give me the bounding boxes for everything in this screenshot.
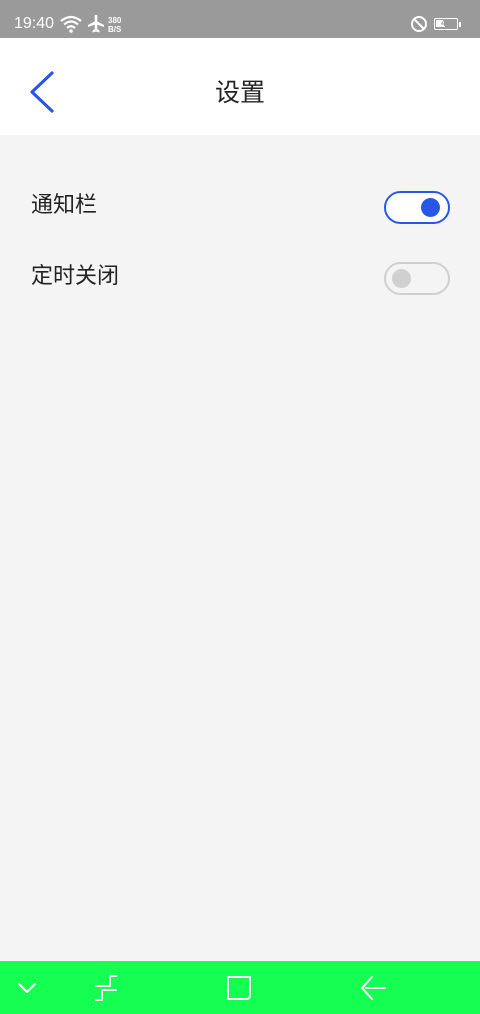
network-speed: 380 B/S <box>108 16 121 34</box>
network-speed-value: 380 <box>108 16 122 25</box>
battery-icon: 44 <box>434 18 458 30</box>
network-speed-unit: B/S <box>108 25 122 34</box>
toggle-knob <box>421 198 440 217</box>
timed-close-toggle[interactable] <box>384 262 450 295</box>
do-not-disturb-icon <box>410 15 428 37</box>
back-arrow-icon[interactable] <box>358 973 388 1003</box>
battery-tip <box>459 22 461 27</box>
navigation-bar <box>0 961 480 1014</box>
app-header: 设置 <box>0 38 480 135</box>
chevron-down-icon[interactable] <box>14 973 44 1003</box>
page-title: 设置 <box>214 78 265 107</box>
airplane-icon <box>86 14 106 38</box>
status-bar: 19:40 380 B/S 44 <box>0 0 480 38</box>
setting-row-timed-close: 定时关闭 <box>0 248 480 308</box>
status-time: 19:40 <box>14 15 55 32</box>
toggle-knob <box>392 269 411 288</box>
notification-bar-toggle[interactable] <box>384 191 450 224</box>
setting-label-timed-close: 定时关闭 <box>31 264 120 289</box>
setting-label-notification-bar: 通知栏 <box>31 193 98 218</box>
battery-level-text: 44 <box>440 18 451 28</box>
recents-icon[interactable] <box>92 973 122 1003</box>
home-icon[interactable] <box>224 973 254 1003</box>
setting-row-notification-bar: 通知栏 <box>0 177 480 237</box>
wifi-icon <box>59 14 83 38</box>
